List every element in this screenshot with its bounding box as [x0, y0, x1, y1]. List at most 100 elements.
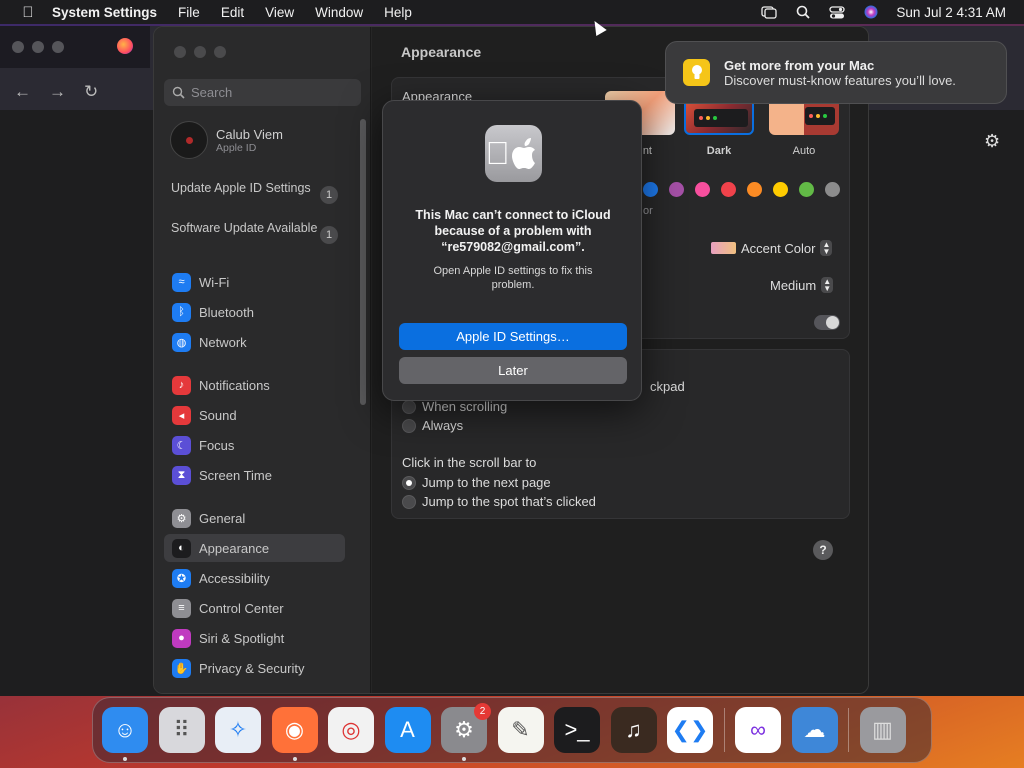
- sidebar-icon-size-select[interactable]: Medium ▲ ▼: [770, 277, 834, 293]
- safari-icon[interactable]: ✧: [215, 707, 261, 753]
- vscode-icon[interactable]: ❮❯: [667, 707, 713, 753]
- search-placeholder: Search: [191, 85, 233, 100]
- sidebar-item-control-center[interactable]: ≡ Control Center: [164, 594, 345, 622]
- sidebar-item-general[interactable]: ⚙ General: [164, 504, 345, 532]
- system-settings-icon[interactable]: ⚙ 2: [441, 703, 491, 761]
- trash-icon[interactable]: ▥: [859, 707, 906, 753]
- menu-edit[interactable]: Edit: [221, 5, 244, 20]
- jump-next-page-option[interactable]: Jump to the next page: [402, 475, 551, 490]
- sidebar-item-label: Focus: [199, 437, 235, 453]
- notice-count-badge: 1: [320, 186, 338, 204]
- scroll-when-scrolling-option[interactable]: When scrolling: [402, 399, 507, 414]
- menu-file[interactable]: File: [178, 5, 200, 20]
- apple-logo-icon: : [485, 125, 542, 182]
- user-subtitle: Apple ID: [216, 141, 257, 154]
- notice-count-badge: 1: [320, 226, 338, 244]
- terminal-icon[interactable]: >_: [554, 707, 600, 753]
- accent-color-swatch[interactable]: [643, 182, 658, 197]
- dock-separator: [723, 708, 725, 752]
- page-title: Appearance: [401, 44, 482, 60]
- update-apple-id-settings-item[interactable]: Update Apple ID Settings: [171, 180, 331, 196]
- firefox-tab-icon[interactable]: [117, 38, 133, 54]
- sidebar-item-screen-time[interactable]: ⧗ Screen Time: [164, 461, 345, 489]
- running-indicator: [462, 757, 466, 761]
- browser-window-controls[interactable]: [12, 41, 64, 53]
- sidebar-scrollbar[interactable]: [360, 119, 366, 405]
- accent-color-swatch[interactable]: [695, 182, 710, 197]
- apple-menu-icon[interactable]: : [18, 4, 38, 21]
- launchpad-icon[interactable]: ⠿: [158, 707, 205, 753]
- dock: ☺ ⠿ ✧ ◉ ◎ A ⚙ 2 ✎ >_ ♫ ❮❯ ∞ ☁ ▥: [92, 697, 932, 763]
- chrome-icon[interactable]: ◎: [328, 707, 374, 753]
- menu-help[interactable]: Help: [384, 5, 412, 20]
- sidebar-icon-size-value: Medium: [770, 277, 817, 293]
- appearance-icon: ◐: [172, 538, 191, 558]
- hourglass-icon: ⧗: [172, 465, 191, 485]
- browser-nav: ← → ↻: [14, 82, 98, 102]
- accent-color-swatch[interactable]: [773, 182, 788, 197]
- sidebar-item-siri-spotlight[interactable]: ● Siri & Spotlight: [164, 624, 345, 652]
- later-button[interactable]: Later: [399, 357, 627, 384]
- radio-button: [402, 399, 416, 414]
- sidebar-item-privacy-security[interactable]: ✋ Privacy & Security: [164, 654, 345, 682]
- sidebar-item-sound[interactable]: ◂ Sound: [164, 401, 345, 429]
- theme-dark-label: Dark: [706, 145, 732, 157]
- siri-icon[interactable]: [862, 5, 880, 19]
- finder-icon[interactable]: ☺: [102, 707, 148, 761]
- menu-app-name[interactable]: System Settings: [52, 5, 157, 20]
- sidebar-item-network[interactable]: ◍ Network: [164, 328, 345, 356]
- firefox-icon[interactable]: ◉: [271, 707, 318, 761]
- wallpaper-tinting-toggle[interactable]: [814, 315, 840, 330]
- hand-icon: ✋: [172, 658, 191, 678]
- show-scroll-bars-caption: ckpad: [650, 379, 685, 394]
- browser-tab-strip: [0, 26, 150, 68]
- jump-to-spot-option[interactable]: Jump to the spot that’s clicked: [402, 494, 596, 509]
- back-arrow-icon[interactable]: ←: [14, 82, 31, 102]
- dialog-message: Open Apple ID settings to fix this probl…: [433, 265, 593, 291]
- accent-color-swatch[interactable]: [721, 182, 736, 197]
- menu-view[interactable]: View: [265, 5, 294, 20]
- control-center-icon[interactable]: [828, 5, 846, 19]
- visual-studio-icon[interactable]: ∞: [735, 707, 781, 753]
- menu-bar:  System Settings File Edit View Window …: [0, 0, 1024, 24]
- screen-mirroring-icon[interactable]: [760, 5, 778, 19]
- sidebar-item-wi-fi[interactable]: ≈ Wi-Fi: [164, 268, 345, 296]
- tips-notification[interactable]: Get more from your Mac Discover must-kno…: [665, 41, 1007, 104]
- sidebar-item-focus[interactable]: ☾ Focus: [164, 431, 345, 459]
- menu-clock[interactable]: Sun Jul 2 4:31 AM: [896, 5, 1006, 20]
- menu-window[interactable]: Window: [315, 5, 363, 20]
- window-controls[interactable]: [174, 46, 226, 58]
- accent-color-swatch[interactable]: [825, 182, 840, 197]
- running-indicator: [123, 757, 127, 761]
- sidebar-item-label: Appearance: [199, 540, 270, 556]
- sidebar-item-accessibility[interactable]: ✪ Accessibility: [164, 564, 345, 592]
- apple-id-settings-button[interactable]: Apple ID Settings…: [399, 323, 627, 350]
- accent-color-swatch[interactable]: [799, 182, 814, 197]
- garageband-icon[interactable]: ♫: [610, 707, 657, 753]
- app-store-icon[interactable]: A: [384, 707, 431, 753]
- weather-icon[interactable]: ☁: [791, 707, 838, 753]
- radio-button: [402, 494, 416, 509]
- gear-icon[interactable]: ⚙: [984, 131, 1000, 152]
- sidebar-item-notifications[interactable]: ♪ Notifications: [164, 371, 345, 399]
- highlight-color-select[interactable]: Accent Color ▲ ▼: [711, 240, 833, 256]
- sidebar-item-appearance[interactable]: ◐ Appearance: [164, 534, 345, 562]
- radio-button-selected: [402, 475, 416, 490]
- sidebar-item-label: Sound: [199, 407, 237, 423]
- apple-id-account[interactable]: Calub Viem Apple ID: [170, 121, 283, 159]
- help-button[interactable]: ?: [813, 540, 833, 560]
- search-icon[interactable]: [794, 5, 812, 19]
- accent-color-swatch[interactable]: [669, 182, 684, 197]
- sidebar-item-label: Wi-Fi: [199, 274, 230, 290]
- forward-arrow-icon[interactable]: →: [49, 82, 66, 102]
- chevron-updown-icon: ▲ ▼: [820, 240, 833, 256]
- software-update-item[interactable]: Software Update Available: [171, 220, 331, 236]
- speaker-icon: ◂: [172, 405, 191, 425]
- scroll-always-option[interactable]: Always: [402, 418, 463, 433]
- textedit-icon[interactable]: ✎: [497, 707, 544, 753]
- reload-icon[interactable]: ↻: [84, 82, 98, 102]
- wifi-icon: ≈: [172, 272, 191, 292]
- sidebar-item-bluetooth[interactable]: ᛒ Bluetooth: [164, 298, 345, 326]
- accent-color-swatch[interactable]: [747, 182, 762, 197]
- search-field[interactable]: Search: [164, 79, 361, 106]
